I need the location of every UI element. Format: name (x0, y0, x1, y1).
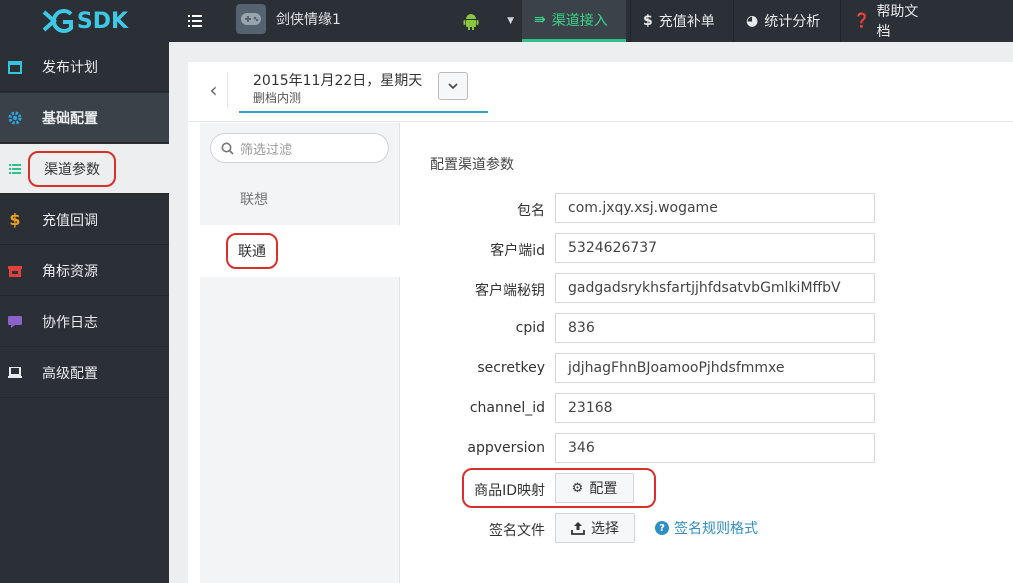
sign-rule-help-link[interactable]: ? 签名规则格式 (655, 518, 758, 538)
appversion-field[interactable]: 346 (555, 433, 875, 463)
tab-label: 充值补单 (658, 14, 715, 30)
field-label: channel_id (469, 400, 545, 416)
top-bar: SDK 剑侠情缘1 ▼ ⇛ 渠道接入 $ 充值补单 ◕ 统计分析 ❓ 帮助文档 (0, 0, 1013, 42)
sign-file-select-button[interactable]: 选择 (555, 513, 635, 543)
sidebar-item-label: 高级配置 (42, 365, 98, 382)
client-id-field[interactable]: 5324626737 (555, 233, 875, 263)
sidebar-item-label: 渠道参数 (28, 150, 116, 187)
sidebar-item-release-plan[interactable]: 发布计划 (0, 42, 169, 92)
sidebar: 发布计划 基础配置 渠道参数 $ 充值回调 角标资源 协作日志 高级配置 (0, 42, 169, 583)
logo[interactable]: SDK (0, 0, 169, 42)
menu-toggle-button[interactable] (180, 0, 210, 42)
chevron-left-icon: ‹ (209, 78, 218, 102)
menu-icon (188, 15, 202, 27)
field-label: 签名文件 (489, 523, 545, 539)
dollar-icon: $ (643, 13, 653, 29)
secretkey-field[interactable]: jdjhagFhnBJoamooPjhdsfmmxe (555, 353, 875, 383)
sidebar-item-label: 协作日志 (42, 314, 98, 331)
field-label: cpid (515, 320, 545, 336)
calendar-icon (8, 60, 22, 74)
chevron-down-icon (448, 83, 458, 89)
help-icon: ❓ (853, 13, 871, 29)
tab-recharge-fix[interactable]: $ 充值补单 (630, 0, 730, 42)
logo-text: SDK (76, 8, 129, 34)
button-label: 配置 (589, 481, 618, 497)
back-button[interactable]: ‹ (200, 72, 228, 108)
platform-dropdown[interactable]: ▼ (462, 0, 514, 42)
release-date: 2015年11月22日，星期天 (253, 73, 423, 89)
list-icon (8, 162, 22, 176)
tab-label: 渠道接入 (551, 12, 608, 29)
gamepad-icon (236, 4, 266, 34)
sidebar-item-badge-resources[interactable]: 角标资源 (0, 246, 169, 296)
sidebar-item-recharge-callback[interactable]: $ 充值回调 (0, 195, 169, 245)
tab-statistics[interactable]: ◕ 统计分析 (733, 0, 837, 42)
release-subtitle: 删档内测 (253, 91, 302, 105)
sidebar-item-collab-log[interactable]: 协作日志 (0, 297, 169, 347)
game-name: 剑侠情缘1 (276, 12, 341, 28)
release-dropdown-button[interactable] (438, 72, 468, 100)
dollar-icon: $ (9, 210, 21, 229)
sidebar-item-advanced-config[interactable]: 高级配置 (0, 348, 169, 398)
sidebar-item-label: 发布计划 (42, 59, 98, 76)
channel-filter-input[interactable]: 筛选过滤 (210, 133, 389, 163)
help-link-label: 签名规则格式 (674, 521, 758, 537)
upload-icon (571, 522, 585, 535)
sidebar-item-label: 基础配置 (42, 110, 98, 127)
product-map-config-button[interactable]: ⚙ 配置 (555, 473, 634, 503)
gear-icon (8, 111, 22, 125)
question-icon: ? (655, 521, 669, 535)
pie-chart-icon: ◕ (746, 13, 759, 29)
transfer-icon: ⇛ (534, 11, 546, 28)
chevron-down-icon: ▼ (507, 16, 514, 26)
sidebar-item-basic-config[interactable]: 基础配置 (0, 93, 169, 143)
box-icon (8, 264, 22, 278)
field-label: secretkey (477, 360, 545, 376)
field-label: appversion (467, 440, 545, 456)
game-selector[interactable]: 剑侠情缘1 (236, 4, 341, 34)
tab-channel-access[interactable]: ⇛ 渠道接入 (522, 0, 626, 42)
button-label: 选择 (591, 521, 619, 537)
field-label: 客户端id (490, 243, 545, 259)
channel-item-unicom[interactable]: 联通 (200, 225, 400, 277)
android-icon (463, 14, 479, 30)
client-secret-field[interactable]: gadgadsrykhsfartjjhfdsatvbGmlkiMffbV (555, 273, 875, 303)
xg-logo-icon (42, 9, 73, 33)
form-title: 配置渠道参数 (430, 157, 514, 173)
channel-id-field[interactable]: 23168 (555, 393, 875, 423)
channel-item-lenovo[interactable]: 联想 (200, 173, 400, 225)
comment-icon (8, 315, 22, 329)
laptop-icon (8, 366, 22, 380)
search-icon (221, 142, 234, 155)
sidebar-item-channel-params[interactable]: 渠道参数 (0, 144, 169, 194)
gear-icon: ⚙ (571, 480, 584, 496)
package-name-field[interactable]: com.jxqy.xsj.wogame (555, 193, 875, 223)
release-tab-indicator (239, 111, 488, 113)
channel-label: 联通 (226, 233, 278, 269)
tab-help-docs[interactable]: ❓ 帮助文档 (840, 0, 942, 42)
sidebar-item-label: 角标资源 (42, 263, 98, 280)
field-label: 商品ID映射 (474, 483, 545, 499)
filter-placeholder: 筛选过滤 (240, 142, 293, 158)
cpid-field[interactable]: 836 (555, 313, 875, 343)
channel-label: 联想 (240, 192, 268, 208)
field-label: 客户端秘钥 (475, 283, 545, 299)
tab-label: 统计分析 (764, 14, 821, 30)
sidebar-item-label: 充值回调 (42, 212, 98, 229)
tab-label: 帮助文档 (876, 4, 919, 40)
field-label: 包名 (517, 203, 545, 219)
